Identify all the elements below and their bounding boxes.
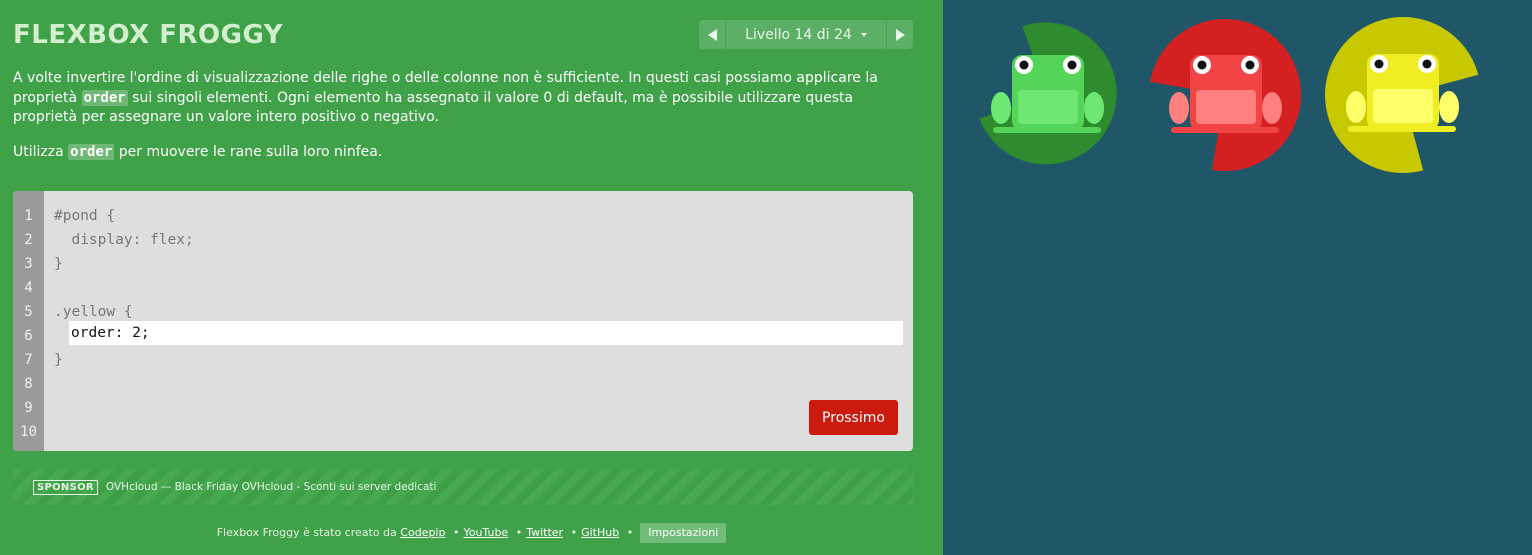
- code-line: #pond {: [54, 208, 116, 224]
- line-number: 5: [24, 304, 33, 320]
- level-navigation: Livello 14 di 24: [699, 20, 913, 49]
- caret-down-icon: [860, 32, 867, 37]
- level-indicator[interactable]: Livello 14 di 24: [726, 20, 886, 49]
- code-text: #pond { display: flex; } .yellow { }: [54, 204, 903, 372]
- code-input[interactable]: [69, 321, 903, 345]
- pond: [943, 0, 1532, 555]
- sponsor-tag: SPONSOR: [33, 479, 98, 495]
- line-number: 2: [24, 232, 33, 248]
- previous-level-button[interactable]: [699, 20, 726, 49]
- github-link[interactable]: GitHub: [581, 526, 619, 539]
- youtube-link[interactable]: YouTube: [463, 526, 508, 539]
- twitter-link[interactable]: Twitter: [526, 526, 563, 539]
- app-title: FLEXBOX FROGGY: [13, 20, 284, 50]
- hint-text: Utilizza: [13, 144, 64, 160]
- line-number: 6: [24, 328, 33, 344]
- code-line: display: flex;: [54, 232, 194, 248]
- next-level-button[interactable]: [886, 20, 913, 49]
- red-lilypad: [1150, 19, 1301, 171]
- footer-credit: Flexbox Froggy è stato creato da: [216, 526, 397, 539]
- footer-separator: •: [515, 526, 523, 539]
- line-number: 7: [24, 352, 33, 368]
- footer-separator: •: [626, 526, 634, 539]
- instructions-text: sui singoli elementi. Ogni elemento ha a…: [13, 89, 854, 126]
- instructions-hint: Utilizza order per muovere le rane sulla…: [13, 143, 908, 163]
- line-number: 10: [20, 424, 37, 440]
- level-label: Livello 14 di 24: [745, 26, 852, 43]
- code-editor: 1 2 3 4 5 6 7 8 9 10 #pond { display: fl…: [13, 191, 913, 451]
- code-keyword-order: order: [81, 89, 128, 106]
- line-number: 4: [24, 280, 33, 296]
- code-line: }: [54, 352, 63, 368]
- footer-separator: •: [570, 526, 578, 539]
- line-number: 1: [24, 208, 33, 224]
- instructions-paragraph: A volte invertire l'ordine di visualizza…: [13, 69, 908, 128]
- code-line: }: [54, 256, 63, 272]
- codepip-link[interactable]: Codepip: [400, 526, 445, 539]
- line-number: 9: [24, 400, 33, 416]
- line-numbers: 1 2 3 4 5 6 7 8 9 10: [13, 191, 44, 451]
- footer-separator: •: [452, 526, 460, 539]
- code-keyword-order: order: [68, 144, 115, 160]
- green-lilypad: [979, 22, 1117, 165]
- sponsor-link[interactable]: OVHcloud — Black Friday OVHcloud - Scont…: [106, 481, 437, 493]
- line-number: 8: [24, 376, 33, 392]
- sponsor-banner[interactable]: SPONSOR OVHcloud — Black Friday OVHcloud…: [13, 469, 913, 505]
- yellow-lilypad: [1325, 17, 1479, 173]
- line-number: 3: [24, 256, 33, 272]
- arrow-right-icon: [895, 28, 905, 41]
- arrow-left-icon: [707, 28, 717, 41]
- hint-text: per muovere le rane sulla loro ninfea.: [118, 144, 383, 160]
- settings-button[interactable]: Impostazioni: [640, 523, 727, 543]
- footer: Flexbox Froggy è stato creato da Codepip…: [0, 523, 943, 543]
- sidebar: FLEXBOX FROGGY Livello 14 di 24 A volte …: [0, 0, 943, 555]
- next-button[interactable]: Prossimo: [809, 400, 898, 435]
